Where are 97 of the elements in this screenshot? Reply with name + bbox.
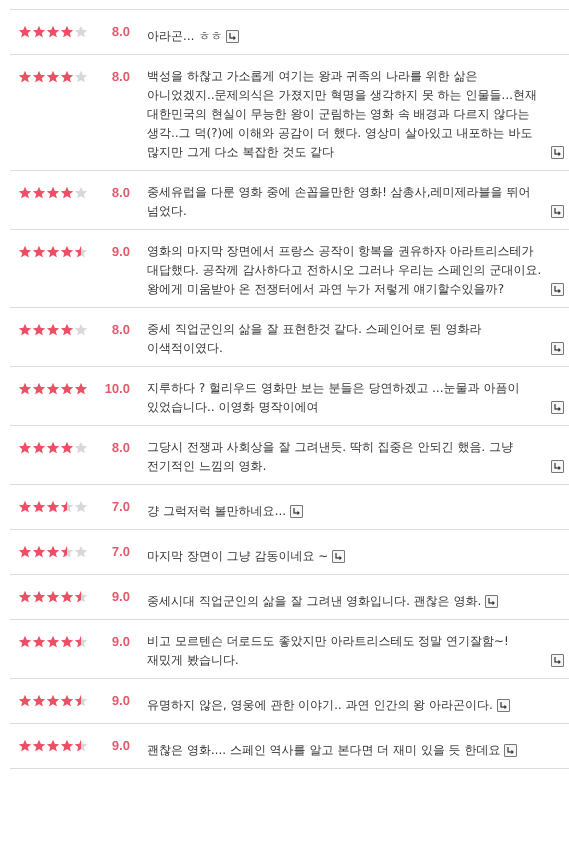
arrow-box-icon[interactable]	[226, 30, 240, 43]
star-icon	[60, 634, 74, 648]
rating-score: 8.0	[110, 23, 130, 41]
rating-score: 8.0	[110, 68, 130, 86]
star-icon	[18, 634, 32, 648]
star-icon	[46, 694, 60, 706]
comment-text: 중세 직업군인의 삶을 잘 표현한것 같다. 스페인어로 된 영화라 이색적이였다.	[147, 321, 482, 357]
star-icon	[46, 634, 60, 648]
star-icon	[32, 382, 46, 394]
arrow-box-icon[interactable]	[290, 505, 304, 518]
star-icon	[46, 738, 60, 752]
star-icon	[18, 544, 32, 558]
comment-text: 걍 그럭저럭 볼만하네요...	[147, 503, 286, 520]
half-star-icon	[60, 500, 74, 512]
rating-score: 7.0	[110, 498, 130, 516]
star-icon	[60, 24, 74, 38]
rating-score: 8.0	[110, 184, 130, 202]
comment-text: 영화의 마지막 장면에서 프랑스 공작이 항복을 권유하자 아라트리스테가 대답했다. 공작께 감사하다고 전하시오 그러나 우리는 스페인의 군대이요. 왕에게 미움받아 온 전쟁터에서 과연 누가 저렇게 얘기할수있을까?	[147, 243, 542, 298]
arrow-box-icon[interactable]	[496, 699, 510, 712]
star-icon	[32, 590, 46, 602]
star-icon	[32, 500, 46, 512]
half-star-icon	[74, 244, 88, 258]
comment-text: 괜찮은 영화.... 스페인 역사를 알고 본다면 더 재미 있을 듯 한데요	[147, 742, 500, 759]
star-icon	[60, 244, 74, 258]
comment-text: 유명하지 않은, 영웅에 관한 이야기.. 과연 인간의 왕 아라곤이다.	[147, 697, 493, 714]
rating-score: 9.0	[110, 588, 130, 606]
arrow-box-icon[interactable]	[551, 460, 564, 473]
arrow-box-icon[interactable]	[332, 550, 346, 563]
star-icon	[18, 24, 32, 38]
star-icon	[32, 244, 46, 258]
star-icon	[32, 322, 46, 336]
arrow-box-icon[interactable]	[551, 654, 564, 667]
star-icon	[32, 24, 46, 38]
arrow-box-icon[interactable]	[551, 146, 564, 159]
rating-score: 9.0	[110, 737, 130, 755]
star-icon	[60, 70, 74, 82]
arrow-box-icon[interactable]	[551, 283, 564, 296]
star-icon	[74, 382, 88, 394]
star-icon	[46, 590, 60, 602]
star-icon	[60, 382, 74, 394]
star-icon	[18, 322, 32, 336]
star-icon	[46, 24, 60, 38]
star-icon	[18, 70, 32, 82]
star-icon	[32, 544, 46, 558]
star-icon	[46, 322, 60, 336]
star-icon	[46, 186, 60, 198]
star-icon	[18, 440, 32, 454]
star-icon	[46, 244, 60, 258]
star-icon	[18, 738, 32, 752]
star-icon	[32, 186, 46, 198]
star-icon	[46, 70, 60, 82]
star-icon	[18, 590, 32, 602]
rating-score: 10.0	[104, 380, 130, 398]
arrow-box-icon[interactable]	[551, 205, 564, 218]
star-icon	[18, 500, 32, 512]
arrow-box-icon[interactable]	[485, 595, 498, 608]
arrow-box-icon[interactable]	[551, 401, 564, 414]
star-icon	[18, 186, 32, 198]
rating-score: 9.0	[110, 692, 130, 710]
half-star-icon	[74, 694, 88, 706]
star-icon	[18, 244, 32, 258]
comment-text: 백성을 하찮고 가소롭게 여기는 왕과 귀족의 나라를 위한 삶은 아니었겠지..문제의식은 가졌지만 혁명을 생각하지 못 하는 인물들...현재 대한민국의 현실이 무능한 왕이 군림하는 영화 속 배경과 다르지 않다는 생각..그 덕(?)에 이해와 공감이 더 했다. 영상미 살아있고 내포하는 바도 많지만 그게 다소 복잡한 것도 같다	[147, 68, 538, 161]
half-star-icon	[74, 738, 88, 752]
rating-score: 8.0	[110, 321, 130, 339]
star-icon	[60, 738, 74, 752]
rating-score: 9.0	[110, 633, 130, 651]
star-icon	[46, 500, 60, 512]
star-icon	[32, 70, 46, 82]
rating-score: 8.0	[110, 439, 130, 457]
star-icon	[60, 694, 74, 706]
star-icon	[32, 694, 46, 706]
star-icon	[46, 544, 60, 558]
star-icon	[46, 440, 60, 454]
star-icon	[60, 322, 74, 336]
rating-score: 9.0	[110, 243, 130, 261]
star-icon	[60, 440, 74, 454]
comment-text: 비고 모르텐슨 더로드도 좋았지만 아라트리스테도 정말 연기잘함~! 재밌게 봤습니다.	[147, 633, 510, 669]
half-star-icon	[74, 634, 88, 648]
star-icon	[18, 694, 32, 706]
comment-text: 마지막 장면이 그냥 감동이네요 ~	[147, 548, 328, 565]
star-icon	[18, 382, 32, 394]
star-icon	[32, 634, 46, 648]
comment-text: 아라곤... ㅎㅎ	[147, 28, 222, 45]
comment-text: 지루하다 ? 헐리우드 영화만 보는 분들은 당연하겠고 ...눈물과 아픔이 있었습니다.. 이영화 명작이에여	[147, 380, 520, 416]
star-icon	[60, 590, 74, 602]
arrow-box-icon[interactable]	[551, 342, 564, 355]
half-star-icon	[60, 544, 74, 558]
comment-text: 중세유럽을 다룬 영화 중에 손꼽을만한 영화! 삼총사,레미제라블을 뛰어 넘었다.	[147, 184, 532, 220]
comment-text: 그당시 전쟁과 사회상을 잘 그려낸듯. 딱히 집중은 안되긴 했음. 그냥 전기적인 느낌의 영화.	[147, 439, 514, 475]
star-icon	[46, 382, 60, 394]
star-icon	[60, 186, 74, 198]
arrow-box-icon[interactable]	[504, 744, 518, 757]
rating-score: 7.0	[110, 543, 130, 561]
comment-text: 중세시대 직업군인의 삶을 잘 그려낸 영화입니다. 괜찮은 영화.	[147, 593, 482, 610]
star-icon	[32, 440, 46, 454]
star-icon	[32, 738, 46, 752]
half-star-icon	[74, 590, 88, 602]
